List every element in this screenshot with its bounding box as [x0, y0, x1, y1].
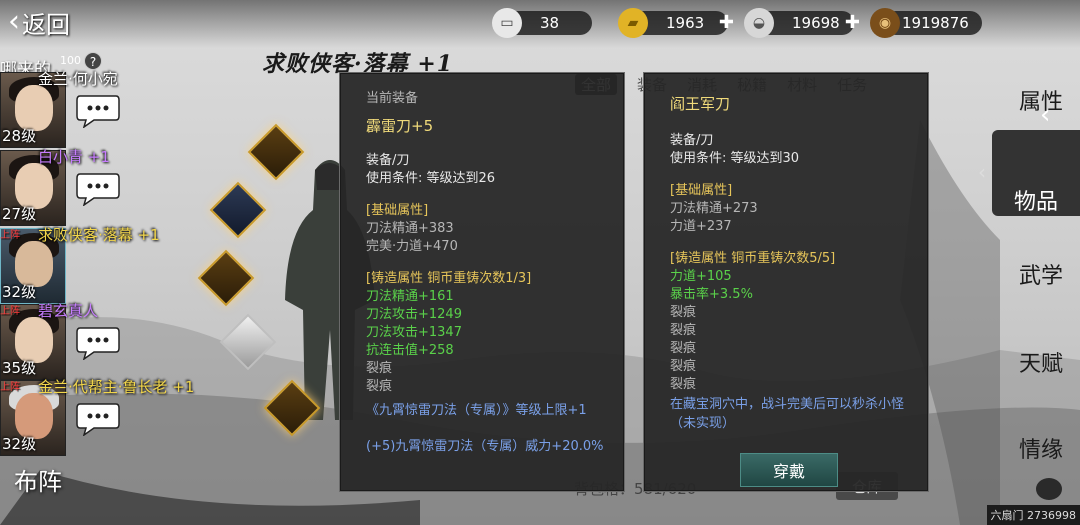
roster-member-3[interactable]: 上阵 求败侠客·落幕 +1 32级 — [0, 226, 160, 304]
gamepad-icon[interactable] — [1036, 478, 1062, 500]
chevron-left-icon: ‹ — [978, 160, 986, 184]
forge-stat: 刀法精通+161 — [366, 289, 454, 304]
base-stat: 刀法精通+273 — [670, 201, 758, 216]
resource-value: 19698 — [792, 14, 840, 32]
compare-equipment-panel: 阎王军刀 装备/刀 使用条件: 等级达到30 [基础属性] 刀法精通+273 力… — [643, 72, 929, 492]
member-name: 金兰·代帮主·鲁长老 +1 — [38, 378, 195, 396]
resource-value: 38 — [540, 14, 560, 32]
member-level: 35级 — [2, 359, 37, 377]
skill-bonus: (+5)九霄惊雷刀法（专属）威力+20.0% — [366, 439, 604, 454]
resource-value: 1919876 — [902, 14, 969, 32]
roster-member-1[interactable]: 金兰·何小宛 28级 — [0, 70, 160, 148]
add-silver-button[interactable]: ✚ — [845, 12, 860, 33]
item-type: 装备/刀 — [366, 153, 410, 168]
resource-silver: ◒ 19698 ✚ — [744, 8, 860, 38]
roster-member-5[interactable]: 上阵 金兰·代帮主·鲁长老 +1 32级 — [0, 378, 194, 456]
skill-bonus: 《九霄惊雷刀法（专属）》等级上限+1 — [366, 403, 587, 418]
back-button[interactable]: ‹ 返回 — [8, 4, 98, 40]
crack-stat: 裂痕 — [366, 379, 393, 394]
resource-stamina: ▭ 38 — [492, 8, 592, 38]
item-name: 阎王军刀 — [670, 95, 731, 113]
forge-stat: 刀法攻击+1347 — [366, 325, 462, 340]
add-gold-button[interactable]: ✚ — [719, 12, 734, 33]
resource-value: 1963 — [666, 14, 705, 32]
forge-stats-header: [铸造属性 铜币重铸次数5/5] — [670, 251, 836, 266]
chat-bubble-icon[interactable] — [76, 172, 120, 206]
forge-stat: 刀法攻击+1249 — [366, 307, 462, 322]
member-name: 碧玄真人 — [38, 302, 99, 320]
base-stat: 完美·力道+470 — [366, 239, 458, 254]
member-level: 32级 — [2, 283, 37, 301]
forge-stat: 暴击率+3.5% — [670, 287, 753, 302]
back-label: 返回 — [22, 10, 70, 39]
member-name: 白小青 +1 — [38, 148, 110, 166]
roster-count-badge: 100 — [60, 54, 81, 67]
item-name: 霹雷刀+5 — [366, 117, 434, 135]
roster-member-4[interactable]: 上阵 碧玄真人 35级 — [0, 302, 160, 380]
crack-stat: 裂痕 — [670, 359, 697, 374]
silver-ingot-icon: ◒ — [744, 8, 774, 38]
footer-credit: 六扇门 2736998 — [986, 505, 1080, 525]
side-menu-attributes[interactable]: 属性 — [1002, 56, 1080, 116]
resource-copper: ◉ 1919876 — [870, 8, 982, 38]
current-equipment-panel: 当前装备 霹雷刀+5 装备/刀 使用条件: 等级达到26 [基础属性] 刀法精通… — [339, 72, 625, 492]
crack-stat: 裂痕 — [670, 323, 697, 338]
item-description: 在藏宝洞穴中，战斗完美后可以秒杀小怪（未实现） — [670, 397, 905, 431]
chat-bubble-icon[interactable] — [76, 326, 120, 360]
member-level: 28级 — [2, 127, 37, 145]
chat-bubble-icon[interactable] — [76, 94, 120, 128]
base-stat: 力道+237 — [670, 219, 732, 234]
forge-stats-header: [铸造属性 铜币重铸次数1/3] — [366, 271, 532, 286]
deployed-tag: 上阵 — [0, 230, 20, 241]
crack-stat: 裂痕 — [670, 305, 697, 320]
member-name: 金兰·何小宛 — [38, 70, 118, 88]
coin-icon: ◉ — [870, 8, 900, 38]
resource-gold: ▰ 1963 ✚ — [618, 8, 734, 38]
forge-stat: 抗连击值+258 — [366, 343, 454, 358]
base-stat: 刀法精通+383 — [366, 221, 454, 236]
chat-bubble-icon[interactable] — [76, 402, 120, 436]
chevron-left-icon: ‹ — [8, 4, 20, 39]
item-requirement: 使用条件: 等级达到26 — [366, 171, 496, 186]
crack-stat: 裂痕 — [670, 341, 697, 356]
member-level: 27级 — [2, 205, 37, 223]
forge-stat: 力道+105 — [670, 269, 732, 284]
crack-stat: 裂痕 — [366, 361, 393, 376]
equip-button[interactable]: 穿戴 — [740, 453, 838, 487]
item-type: 装备/刀 — [670, 133, 714, 148]
formation-button[interactable]: 布阵 — [14, 462, 114, 512]
roster-member-2[interactable]: 白小青 +1 27级 — [0, 148, 160, 226]
crack-stat: 裂痕 — [670, 377, 697, 392]
side-menu-talent[interactable]: 天赋 — [1002, 318, 1080, 378]
side-menu-items[interactable]: 物品 — [992, 130, 1080, 216]
side-menu-martial-arts[interactable]: 武学 — [1002, 230, 1080, 290]
item-requirement: 使用条件: 等级达到30 — [670, 151, 800, 166]
base-stats-header: [基础属性] — [366, 203, 429, 218]
base-stats-header: [基础属性] — [670, 183, 733, 198]
cart-icon: ▭ — [492, 8, 522, 38]
deployed-tag: 上阵 — [0, 382, 20, 393]
gold-bar-icon: ▰ — [618, 8, 648, 38]
panel-header: 当前装备 — [366, 91, 419, 106]
deployed-tag: 上阵 — [0, 306, 20, 317]
side-menu-bonds[interactable]: 情缘 — [1002, 404, 1080, 464]
member-name: 求败侠客·落幕 +1 — [38, 226, 160, 244]
member-level: 32级 — [2, 435, 37, 453]
